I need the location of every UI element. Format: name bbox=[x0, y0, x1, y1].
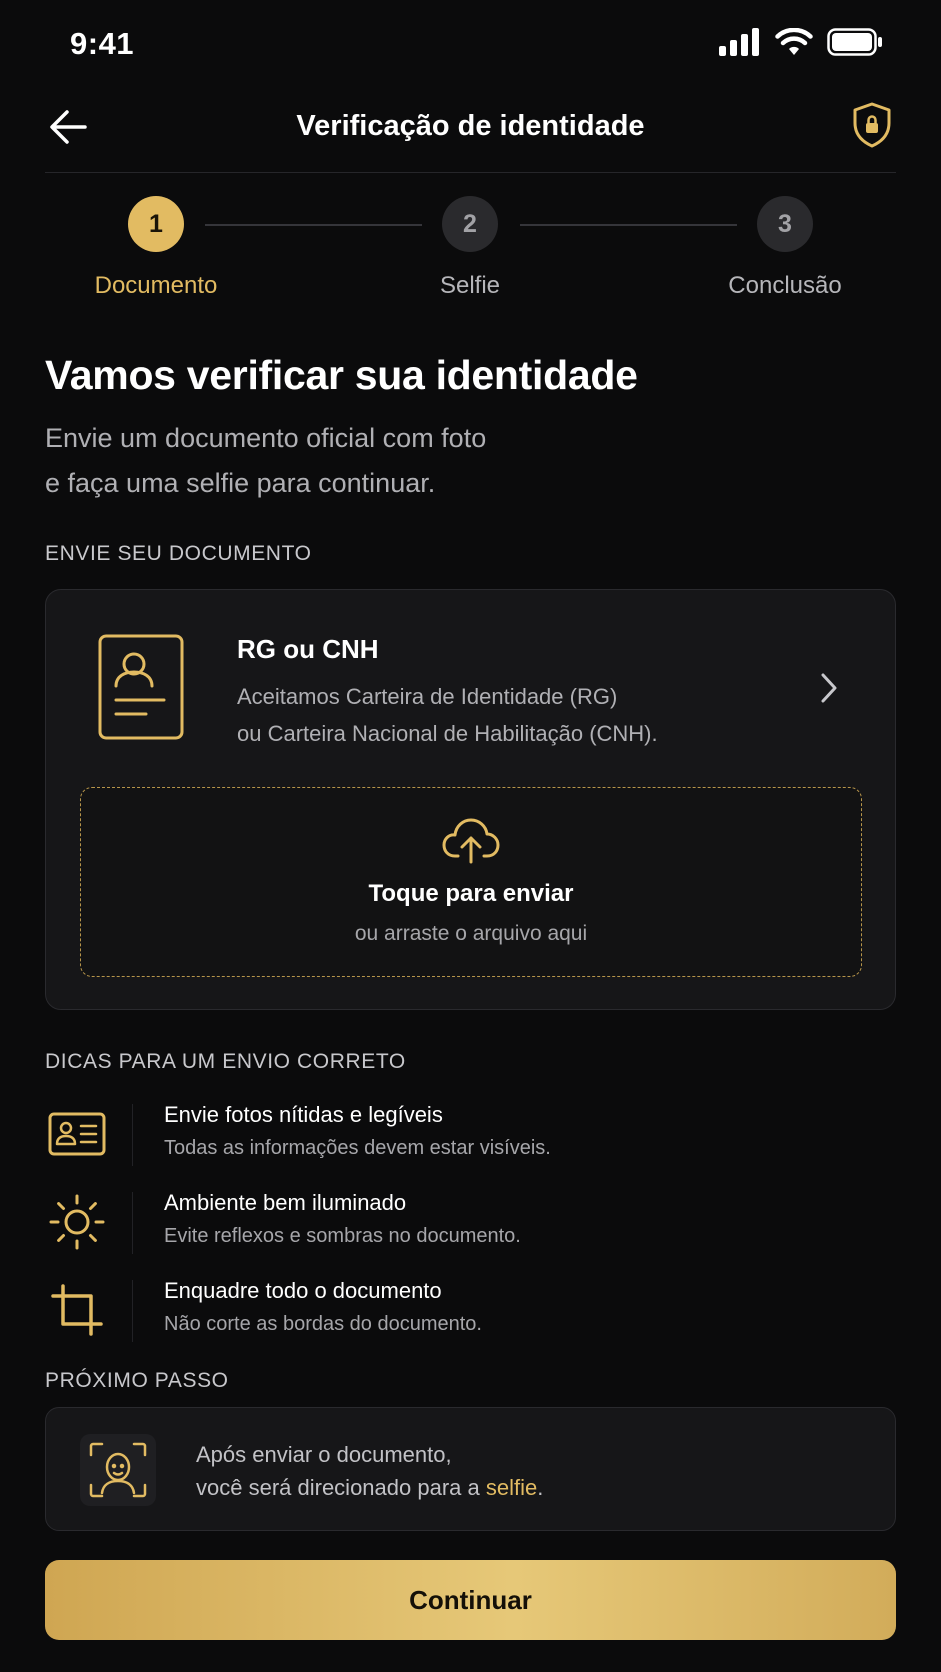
next-step-line-2-suffix: . bbox=[537, 1475, 544, 1500]
document-desc-line-2: ou Carteira Nacional de Habilitação (CNH… bbox=[237, 721, 658, 746]
next-step-line-2: você será direcionado para a selfie. bbox=[196, 1471, 543, 1504]
battery-icon bbox=[827, 28, 883, 61]
step-1-circle: 1 bbox=[128, 196, 184, 252]
next-step-section-label: PRÓXIMO PASSO bbox=[45, 1369, 229, 1392]
intro-subtitle: Envie um documento oficial com foto e fa… bbox=[45, 416, 745, 506]
tip-description: Não corte as bordas do documento. bbox=[164, 1313, 482, 1335]
tips-section-label: DICAS PARA UM ENVIO CORRETO bbox=[45, 1050, 406, 1073]
status-bar: 9:41 bbox=[0, 0, 941, 90]
header-divider bbox=[45, 172, 896, 173]
tip-item-sharp-photos: Envie fotos nítidas e legíveis Todas as … bbox=[45, 1100, 896, 1170]
tip-divider bbox=[132, 1280, 133, 1342]
cellular-signal-icon bbox=[719, 28, 761, 61]
document-section-label: ENVIE SEU DOCUMENTO bbox=[45, 542, 312, 565]
wifi-icon bbox=[775, 27, 813, 61]
progress-stepper: 1 2 3 Documento Selfie Conclusão bbox=[0, 196, 941, 306]
tip-title: Envie fotos nítidas e legíveis bbox=[164, 1102, 443, 1127]
tip-title: Ambiente bem iluminado bbox=[164, 1190, 407, 1215]
id-document-icon bbox=[98, 634, 184, 745]
document-type-title: RG ou CNH bbox=[237, 634, 379, 664]
tip-description: Evite reflexos e sombras no documento. bbox=[164, 1225, 521, 1247]
intro-subtitle-line-2: e faça uma selfie para continuar. bbox=[45, 468, 436, 498]
face-scan-icon bbox=[80, 1434, 156, 1506]
tip-title: Enquadre todo o documento bbox=[164, 1278, 442, 1303]
next-step-card: Após enviar o documento, você será direc… bbox=[45, 1407, 896, 1531]
intro-subtitle-line-1: Envie um documento oficial com foto bbox=[45, 423, 487, 453]
status-time: 9:41 bbox=[70, 26, 135, 61]
step-3-label: Conclusão bbox=[728, 272, 842, 299]
next-step-line-1: Após enviar o documento, bbox=[196, 1442, 452, 1467]
crop-icon bbox=[45, 1280, 109, 1340]
tip-item-lighting: Ambiente bem iluminado Evite reflexos e … bbox=[45, 1188, 896, 1258]
id-card-icon bbox=[45, 1104, 109, 1164]
step-1-label: Documento bbox=[94, 272, 218, 299]
step-2-circle: 2 bbox=[442, 196, 498, 252]
tip-description: Todas as informações devem estar visívei… bbox=[164, 1137, 551, 1159]
chevron-right-icon bbox=[819, 673, 839, 708]
cloud-upload-icon bbox=[81, 816, 861, 864]
upload-dropzone[interactable]: Toque para enviar ou arraste o arquivo a… bbox=[80, 787, 862, 977]
next-step-text: Após enviar o documento, você será direc… bbox=[196, 1438, 543, 1504]
security-button[interactable] bbox=[845, 100, 899, 154]
upload-title: Toque para enviar bbox=[368, 880, 574, 907]
identity-verification-screen: 9:41 Verificação de identidade 1 2 3 Doc… bbox=[0, 0, 941, 1672]
step-connector-1-2 bbox=[205, 224, 422, 226]
tip-item-framing: Enquadre todo o documento Não corte as b… bbox=[45, 1276, 896, 1346]
next-step-line-2-prefix: você será direcionado para a bbox=[196, 1475, 486, 1500]
step-connector-2-3 bbox=[520, 224, 737, 226]
page-title: Verificação de identidade bbox=[296, 110, 645, 142]
step-3-circle: 3 bbox=[757, 196, 813, 252]
step-2-label: Selfie bbox=[439, 272, 501, 299]
selfie-link[interactable]: selfie bbox=[486, 1475, 537, 1500]
status-icons bbox=[719, 27, 883, 61]
tip-divider bbox=[132, 1192, 133, 1254]
tip-divider bbox=[132, 1104, 133, 1166]
header: Verificação de identidade bbox=[0, 92, 941, 172]
document-type-description: Aceitamos Carteira de Identidade (RG) ou… bbox=[237, 678, 777, 752]
document-type-selector[interactable] bbox=[819, 672, 839, 709]
document-desc-line-1: Aceitamos Carteira de Identidade (RG) bbox=[237, 684, 618, 709]
continue-button[interactable]: Continuar bbox=[45, 1560, 896, 1640]
upload-subtitle: ou arraste o arquivo aqui bbox=[354, 922, 588, 945]
document-card: RG ou CNH Aceitamos Carteira de Identida… bbox=[45, 589, 896, 1010]
sun-icon bbox=[45, 1192, 109, 1252]
shield-lock-icon bbox=[850, 101, 894, 154]
intro-title: Vamos verificar sua identidade bbox=[45, 352, 638, 398]
